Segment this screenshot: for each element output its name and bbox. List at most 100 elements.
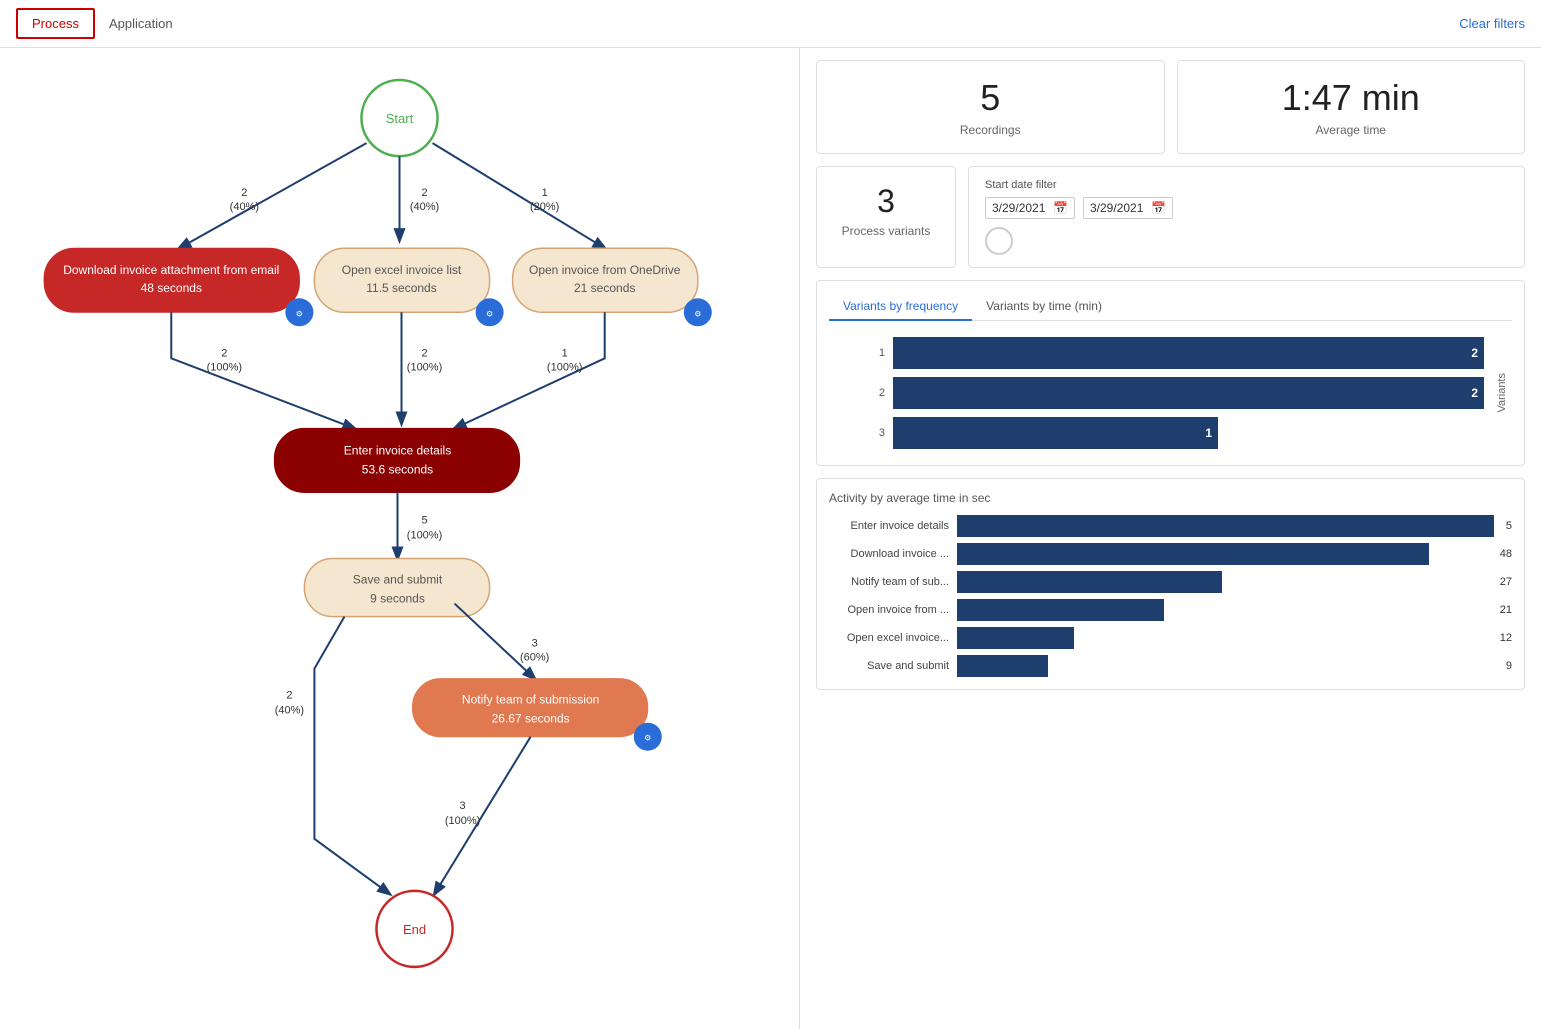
activity-label-notify: Notify team of sub...: [829, 576, 949, 588]
edge-onedrive-enter-count: 1: [562, 347, 568, 359]
activity-bar-download: [957, 543, 1429, 565]
edge-download-enter-count: 2: [221, 347, 227, 359]
edge-start-download-pct: (40%): [230, 201, 259, 213]
y-label-1: 1: [829, 339, 885, 367]
start-label: Start: [386, 111, 414, 126]
activity-label-excel: Open excel invoice...: [829, 632, 949, 644]
header: Process Application Clear filters: [0, 0, 1541, 48]
flow-panel: Start 2 (40%) 2 (40%) 1 (20%) Download i…: [0, 48, 800, 1029]
activity-label-save: Save and submit: [829, 660, 949, 672]
activity-row-save: Save and submit 9: [829, 655, 1512, 677]
edge-save-notify-count: 3: [532, 638, 538, 650]
main-content: Start 2 (40%) 2 (40%) 1 (20%) Download i…: [0, 48, 1541, 1029]
activity-bar-container-onedrive: [957, 599, 1488, 621]
bar-row-1: 2: [893, 337, 1484, 369]
activity-bar-container-enter: [957, 515, 1494, 537]
bar-2-value: 2: [1471, 386, 1478, 400]
activity-value-notify: 27: [1500, 576, 1512, 588]
activity-title: Activity by average time in sec: [829, 491, 1512, 505]
activity-value-enter: 5: [1506, 520, 1512, 532]
excel-node-label: Open excel invoice list: [342, 263, 462, 277]
onedrive-node-label: Open invoice from OneDrive: [529, 263, 681, 277]
process-variants-card: 3 Process variants: [816, 166, 956, 268]
activity-bar-container-excel: [957, 627, 1488, 649]
avg-time-card: 1:47 min Average time: [1177, 60, 1526, 154]
date-from-input[interactable]: 3/29/2021 📅: [985, 197, 1075, 219]
excel-node[interactable]: [314, 248, 489, 312]
activity-value-onedrive: 21: [1500, 604, 1512, 616]
calendar-icon-to: 📅: [1151, 201, 1166, 215]
edge-start-download: [179, 143, 366, 248]
date-to-value: 3/29/2021: [1090, 201, 1143, 215]
variants-y-axis: 1 2 3: [829, 333, 889, 453]
activity-bar-container-download: [957, 543, 1488, 565]
activity-section: Activity by average time in sec Enter in…: [816, 478, 1525, 690]
onedrive-node-sublabel: 21 seconds: [574, 281, 635, 295]
activity-row-onedrive: Open invoice from ... 21: [829, 599, 1512, 621]
variants-value: 3: [833, 183, 939, 220]
edge-start-onedrive-pct: (20%): [530, 201, 559, 213]
activity-bar-notify: [957, 571, 1222, 593]
edge-start-excel-pct: (40%): [410, 201, 439, 213]
date-from-value: 3/29/2021: [992, 201, 1045, 215]
activity-bar-container-save: [957, 655, 1494, 677]
edge-start-excel-count: 2: [421, 187, 427, 199]
date-filter-label: Start date filter: [985, 179, 1508, 191]
date-filter-card: Start date filter 3/29/2021 📅 3/29/2021 …: [968, 166, 1525, 268]
variants-label: Process variants: [833, 224, 939, 238]
stats-row: 5 Recordings 1:47 min Average time: [816, 60, 1525, 154]
date-to-input[interactable]: 3/29/2021 📅: [1083, 197, 1173, 219]
edge-notify-end-pct: (100%): [445, 815, 480, 827]
download-node[interactable]: [44, 248, 299, 312]
enter-node-sublabel: 53.6 seconds: [362, 462, 433, 476]
recordings-value: 5: [833, 77, 1148, 119]
download-badge-icon: ⚙: [296, 309, 303, 318]
process-flow-diagram: Start 2 (40%) 2 (40%) 1 (20%) Download i…: [0, 48, 799, 1029]
onedrive-badge-icon: ⚙: [694, 309, 701, 318]
activity-bar-onedrive: [957, 599, 1164, 621]
activity-label-download: Download invoice ...: [829, 548, 949, 560]
right-panel: 5 Recordings 1:47 min Average time 3 Pro…: [800, 48, 1541, 1029]
variants-bars: 2 2 1: [893, 333, 1484, 453]
activity-row-notify: Notify team of sub... 27: [829, 571, 1512, 593]
edge-download-enter-pct: (100%): [207, 361, 242, 373]
bar-2: 2: [893, 377, 1484, 409]
edge-save-end: [314, 617, 389, 894]
edge-start-onedrive: [433, 143, 605, 248]
activity-row-excel: Open excel invoice... 12: [829, 627, 1512, 649]
edge-notify-end-count: 3: [460, 800, 466, 812]
y-label-2: 2: [829, 379, 885, 407]
edge-start-onedrive-count: 1: [542, 187, 548, 199]
bar-3: 1: [893, 417, 1218, 449]
variants-chart-body: 1 2 3 2 2: [829, 333, 1512, 453]
tab-application[interactable]: Application: [95, 10, 187, 37]
onedrive-node[interactable]: [513, 248, 698, 312]
tab-variants-frequency[interactable]: Variants by frequency: [829, 293, 972, 321]
bar-3-value: 1: [1205, 426, 1212, 440]
edge-enter-save-pct: (100%): [407, 530, 442, 542]
save-node-sublabel: 9 seconds: [370, 592, 425, 606]
tab-variants-time[interactable]: Variants by time (min): [972, 293, 1116, 320]
notify-node[interactable]: [413, 679, 648, 737]
edge-save-notify-pct: (60%): [520, 652, 549, 664]
avg-time-value: 1:47 min: [1194, 77, 1509, 119]
edge-excel-enter-pct: (100%): [407, 361, 442, 373]
y-label-3: 3: [829, 419, 885, 447]
bar-row-3: 1: [893, 417, 1484, 449]
filter-toggle[interactable]: [985, 227, 1013, 255]
activity-bar-save: [957, 655, 1048, 677]
activity-value-excel: 12: [1500, 632, 1512, 644]
clear-filters-button[interactable]: Clear filters: [1459, 16, 1525, 31]
enter-node-label: Enter invoice details: [344, 443, 451, 457]
calendar-icon-from: 📅: [1053, 201, 1068, 215]
bar-1: 2: [893, 337, 1484, 369]
save-node-label: Save and submit: [353, 573, 443, 587]
edge-excel-enter-count: 2: [421, 347, 427, 359]
download-node-label: Download invoice attachment from email: [63, 263, 279, 277]
enter-node[interactable]: [274, 428, 519, 492]
edge-start-download-count: 2: [241, 187, 247, 199]
avg-time-label: Average time: [1194, 123, 1509, 137]
variants-chart-section: Variants by frequency Variants by time (…: [816, 280, 1525, 466]
save-node[interactable]: [304, 559, 489, 617]
tab-process[interactable]: Process: [16, 8, 95, 39]
